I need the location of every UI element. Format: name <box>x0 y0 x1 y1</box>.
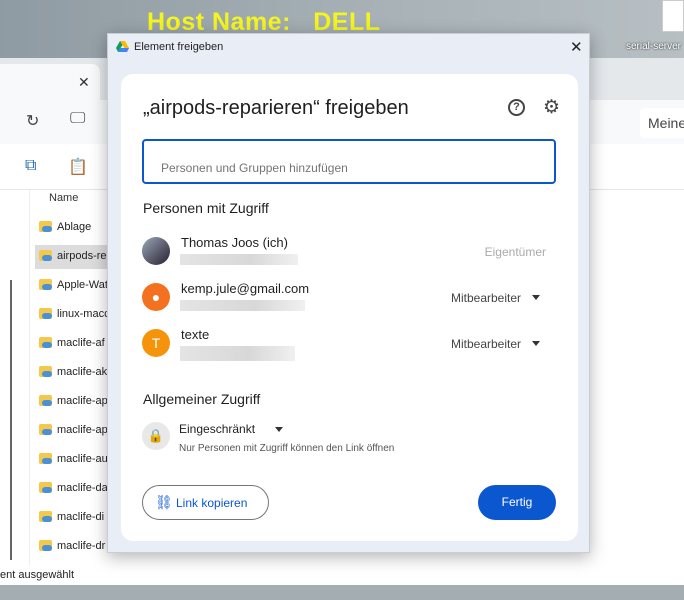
search-box[interactable]: Meine <box>640 108 684 138</box>
dialog-title: „airpods-reparieren“ freigeben <box>143 97 409 119</box>
access-dropdown[interactable]: Eingeschränkt <box>179 422 255 436</box>
paste-icon[interactable]: 📋 <box>68 157 88 177</box>
cloud-folder-icon <box>39 540 52 551</box>
explorer-tab[interactable]: ✕ <box>0 64 100 100</box>
file-list-item[interactable]: maclife-dr <box>35 535 115 559</box>
google-drive-icon <box>116 41 129 52</box>
file-list-item[interactable]: maclife-da <box>35 477 115 501</box>
scrollbar[interactable] <box>10 280 12 560</box>
redacted-email <box>180 254 298 265</box>
share-card: „airpods-reparieren“ freigeben ? ⚙ Perso… <box>121 74 578 541</box>
cloud-folder-icon <box>39 250 52 261</box>
cloud-folder-icon <box>39 482 52 493</box>
file-name: maclife-au <box>57 453 108 465</box>
copy-icon[interactable]: ⧉ <box>25 157 36 175</box>
file-name: Ablage <box>57 221 92 233</box>
role-dropdown[interactable]: Mitbearbeiter <box>451 291 521 305</box>
cloud-folder-icon <box>39 511 52 522</box>
person-row: Thomas Joos (ich) Eigentümer <box>142 235 556 277</box>
link-icon: ⛓ <box>155 494 173 510</box>
file-name: Apple-Wat <box>57 279 108 291</box>
chevron-down-icon[interactable] <box>532 341 540 346</box>
close-tab-icon[interactable]: ✕ <box>78 74 90 91</box>
cloud-folder-icon <box>39 221 52 232</box>
copy-link-label: Link kopieren <box>176 496 248 510</box>
access-description: Nur Personen mit Zugriff können den Link… <box>179 443 395 454</box>
avatar: ● <box>142 283 170 311</box>
cloud-folder-icon <box>39 424 52 435</box>
avatar <box>142 237 170 265</box>
person-name: Thomas Joos (ich) <box>181 235 288 250</box>
redacted-email <box>180 300 305 311</box>
refresh-icon[interactable]: ↻ <box>26 111 39 131</box>
person-name: texte <box>181 327 210 342</box>
person-row: ● kemp.jule@gmail.com Mitbearbeiter <box>142 281 556 323</box>
file-list-item[interactable]: maclife-ap <box>35 419 115 443</box>
lock-icon: 🔒 <box>142 422 170 450</box>
file-name: linux-macc <box>57 308 110 320</box>
cloud-folder-icon <box>39 279 52 290</box>
file-name: maclife-di <box>57 511 105 523</box>
desktop-icon-label[interactable]: serial-server <box>626 41 681 52</box>
file-icon[interactable] <box>662 0 684 32</box>
people-search-input[interactable] <box>142 139 556 184</box>
cloud-folder-icon <box>39 366 52 377</box>
file-name: airpods-re <box>57 250 107 262</box>
file-name: maclife-ak <box>57 366 108 378</box>
gear-icon[interactable]: ⚙ <box>543 96 560 119</box>
general-access-heading: Allgemeiner Zugriff <box>143 391 261 407</box>
role-dropdown[interactable]: Mitbearbeiter <box>451 337 521 351</box>
file-list-item[interactable]: maclife-au <box>35 448 115 472</box>
status-bar: ent ausgewählt <box>0 569 74 581</box>
chevron-down-icon[interactable] <box>275 427 283 432</box>
chevron-down-icon[interactable] <box>532 295 540 300</box>
window-title: Element freigeben <box>134 41 224 53</box>
navigation-pane <box>0 190 30 565</box>
role-label: Eigentümer <box>484 245 546 259</box>
cloud-folder-icon <box>39 453 52 464</box>
file-list-item[interactable]: airpods-re <box>35 245 115 269</box>
file-name: maclife-af <box>57 337 105 349</box>
file-list-item[interactable]: maclife-di <box>35 506 115 530</box>
monitor-icon[interactable]: 🖵 <box>70 110 85 128</box>
file-list-item[interactable]: Apple-Wat <box>35 274 115 298</box>
done-button[interactable]: Fertig <box>478 485 556 520</box>
taskbar <box>0 585 684 600</box>
person-row: T texte Mitbearbeiter <box>142 327 556 369</box>
copy-link-button[interactable]: ⛓ Link kopieren <box>142 485 269 520</box>
file-list-item[interactable]: maclife-ap <box>35 390 115 414</box>
cloud-folder-icon <box>39 337 52 348</box>
file-list-item[interactable]: maclife-af <box>35 332 115 356</box>
cloud-folder-icon <box>39 308 52 319</box>
file-name: maclife-da <box>57 482 108 494</box>
help-icon[interactable]: ? <box>508 99 525 116</box>
file-name: maclife-ap <box>57 424 108 436</box>
file-name: maclife-dr <box>57 540 106 552</box>
file-list-item[interactable]: linux-macc <box>35 303 115 327</box>
person-name: kemp.jule@gmail.com <box>181 281 310 296</box>
column-header-name[interactable]: Name <box>49 192 78 204</box>
people-heading: Personen mit Zugriff <box>143 200 269 216</box>
share-dialog: Element freigeben ✕ „airpods-reparieren“… <box>107 33 590 553</box>
file-list-item[interactable]: Ablage <box>35 216 115 240</box>
cloud-folder-icon <box>39 395 52 406</box>
file-list-item[interactable]: maclife-ak <box>35 361 115 385</box>
close-icon[interactable]: ✕ <box>570 38 583 56</box>
file-name: maclife-ap <box>57 395 108 407</box>
redacted-email <box>180 346 295 361</box>
avatar: T <box>142 329 170 357</box>
